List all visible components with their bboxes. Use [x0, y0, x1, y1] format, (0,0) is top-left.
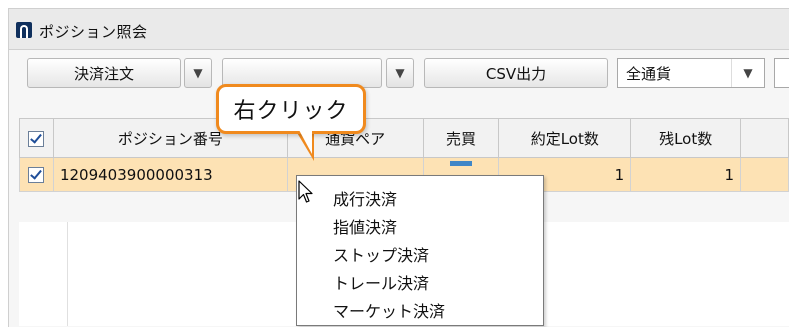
- column-header-side[interactable]: 売買: [422, 118, 500, 158]
- mouse-cursor-icon: [298, 180, 313, 203]
- app-logo-icon: [16, 22, 32, 38]
- chevron-down-icon: ▼: [731, 59, 764, 87]
- column-header-lots[interactable]: 約定Lot数: [498, 118, 632, 158]
- settle-order-dropdown-button[interactable]: ▼: [184, 58, 212, 88]
- cell-position-no: 1209403900000313: [52, 157, 288, 192]
- column-header-overflow: [740, 118, 789, 158]
- currency-select[interactable]: 全通貨 ▼: [617, 58, 765, 88]
- currency-select-value: 全通貨: [626, 64, 672, 83]
- chevron-down-icon: ▼: [193, 66, 203, 80]
- csv-export-button[interactable]: CSV出力: [424, 58, 608, 88]
- checkbox-checked-icon: [28, 167, 45, 183]
- side-indicator: [449, 160, 472, 166]
- select-all-checkbox[interactable]: [19, 118, 54, 158]
- menu-item-trail-settle[interactable]: トレール決済: [333, 270, 429, 294]
- callout-pointer-fill: [299, 130, 312, 154]
- secondary-dropdown-button[interactable]: ▼: [386, 58, 414, 88]
- menu-item-market-settle[interactable]: 成行決済: [333, 186, 397, 210]
- cell-overflow: [740, 157, 789, 192]
- chevron-down-icon: ▼: [395, 66, 405, 80]
- context-menu: 成行決済 指値決済 ストップ決済 トレール決済 マーケット決済: [296, 175, 544, 326]
- settle-order-button[interactable]: 決済注文: [27, 58, 181, 88]
- row-checkbox[interactable]: [19, 157, 54, 192]
- checkbox-checked-icon: [28, 130, 45, 147]
- filter-select-partial[interactable]: [774, 58, 789, 88]
- title-bar: ポジション照会: [9, 9, 789, 50]
- cell-remaining: 1: [630, 157, 742, 192]
- menu-item-stop-settle[interactable]: ストップ決済: [333, 242, 429, 266]
- menu-item-limit-settle[interactable]: 指値決済: [333, 214, 397, 238]
- toolbar: 決済注文 ▼ ▼ CSV出力 全通貨 ▼: [0, 58, 789, 92]
- right-click-callout: 右クリック: [216, 84, 366, 134]
- column-header-remaining[interactable]: 残Lot数: [630, 118, 742, 158]
- table-header-row: ポジション番号 通貨ペア 売買 約定Lot数 残Lot数: [19, 118, 789, 158]
- window-title: ポジション照会: [39, 23, 148, 41]
- menu-item-market-order-settle[interactable]: マーケット決済: [333, 298, 445, 322]
